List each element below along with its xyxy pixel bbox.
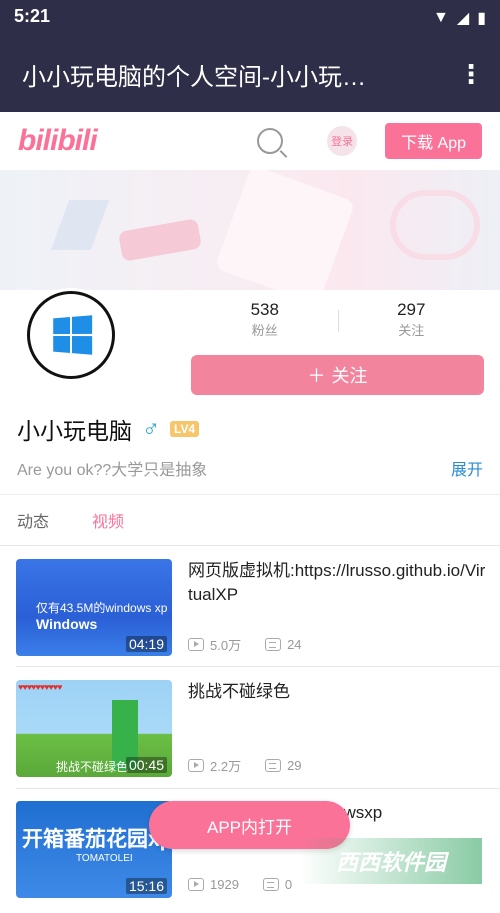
user-name: 小小玩电脑 [17, 418, 132, 444]
signal-icon: ◢ [456, 10, 470, 27]
thumb-caption: 仅有43.5M的windows xp [36, 601, 168, 615]
play-count-icon [188, 878, 204, 891]
fans-count: 538 [250, 300, 279, 319]
page-title: 小小玩电脑的个人空间-小小玩… [22, 63, 366, 91]
divider [16, 666, 500, 667]
following-stat[interactable]: 297 关注 [339, 300, 485, 340]
download-app-button[interactable]: 下载 App [385, 123, 482, 159]
watermark-logo: 西西软件园 [300, 838, 482, 884]
video-duration: 15:16 [125, 878, 167, 894]
level-badge: LV4 [170, 421, 200, 437]
following-label: 关注 [398, 323, 425, 338]
thumb-subtext: TOMATOLEI [76, 853, 133, 864]
more-options-icon[interactable]: ⋮ [458, 59, 484, 90]
thumb-caption: 挑战不碰绿色 [56, 760, 129, 774]
user-bio: Are you ok??大学只是抽象 [17, 462, 208, 479]
profile-banner [0, 170, 500, 290]
battery-icon: ▮ [477, 10, 486, 27]
danmaku-count: 0 [284, 877, 293, 892]
view-count: 2.2万 [210, 759, 242, 774]
search-icon[interactable] [257, 128, 284, 154]
danmaku-icon [265, 759, 282, 772]
video-thumbnail[interactable]: 仅有43.5M的windows xp Windows 04:19 [16, 559, 172, 656]
tab-videos[interactable]: 视频 [92, 508, 124, 532]
following-count: 297 [397, 300, 426, 319]
profile-tabs: 动态 视频 [0, 494, 500, 546]
site-header: bilibili 登录 下载 App [0, 112, 500, 170]
video-item[interactable]: 仅有43.5M的windows xp Windows 04:19 网页版虚拟机:… [16, 559, 500, 671]
name-row: 小小玩电脑 ♂ LV4 [17, 412, 200, 446]
plus-icon: ＋ [307, 366, 326, 386]
windows-logo-icon [53, 315, 93, 355]
danmaku-count: 24 [287, 637, 302, 652]
login-button[interactable]: 登录 [327, 126, 358, 156]
status-bar: 5:21 ▼ ◢ ▮ [0, 0, 500, 36]
wifi-icon: ▼ [433, 9, 449, 26]
bilibili-logo[interactable]: bilibili [18, 124, 257, 158]
profile-stats: 538 粉丝 297 关注 [192, 300, 484, 340]
follow-button[interactable]: ＋ 关注 [191, 355, 484, 395]
bio-row: Are you ok??大学只是抽象 展开 [17, 456, 483, 480]
video-thumbnail[interactable]: ♥♥♥♥♥♥♥♥♥♥ 挑战不碰绿色 00:45 [16, 680, 172, 777]
video-title[interactable]: 挑战不碰绿色 [188, 680, 488, 704]
video-duration: 00:45 [125, 757, 167, 773]
fans-label: 粉丝 [251, 323, 278, 338]
danmaku-count: 29 [287, 758, 302, 773]
video-meta: 5.0万 24 [188, 635, 302, 654]
view-count: 5.0万 [210, 638, 242, 653]
thumb-logo-text: Windows [36, 616, 98, 632]
video-thumbnail[interactable]: 开箱番茄花园xp TOMATOLEI 15:16 [16, 801, 172, 898]
thumb-hud: ♥♥♥♥♥♥♥♥♥♥ [18, 682, 62, 692]
expand-bio-link[interactable]: 展开 [451, 456, 483, 480]
male-icon: ♂ [142, 415, 160, 442]
danmaku-icon [262, 878, 279, 891]
video-meta: 1929 0 [188, 877, 292, 892]
video-title[interactable]: 网页版虚拟机:https://lrusso.github.io/VirtualX… [188, 559, 488, 607]
video-duration: 04:19 [125, 636, 167, 652]
fans-stat[interactable]: 538 粉丝 [192, 300, 338, 340]
play-count-icon [188, 759, 204, 772]
follow-label: 关注 [331, 366, 368, 386]
avatar[interactable] [24, 288, 118, 382]
tab-dynamic[interactable]: 动态 [17, 508, 49, 532]
divider [16, 788, 500, 789]
app-bar: 小小玩电脑的个人空间-小小玩… ⋮ [0, 36, 500, 112]
danmaku-icon [265, 638, 282, 651]
video-meta: 2.2万 29 [188, 756, 302, 775]
video-title[interactable]: owsxp [334, 801, 500, 825]
view-count: 1929 [210, 877, 239, 892]
play-count-icon [188, 638, 204, 651]
status-time: 5:21 [14, 6, 51, 26]
video-item[interactable]: ♥♥♥♥♥♥♥♥♥♥ 挑战不碰绿色 00:45 挑战不碰绿色 2.2万 29 [16, 680, 500, 792]
